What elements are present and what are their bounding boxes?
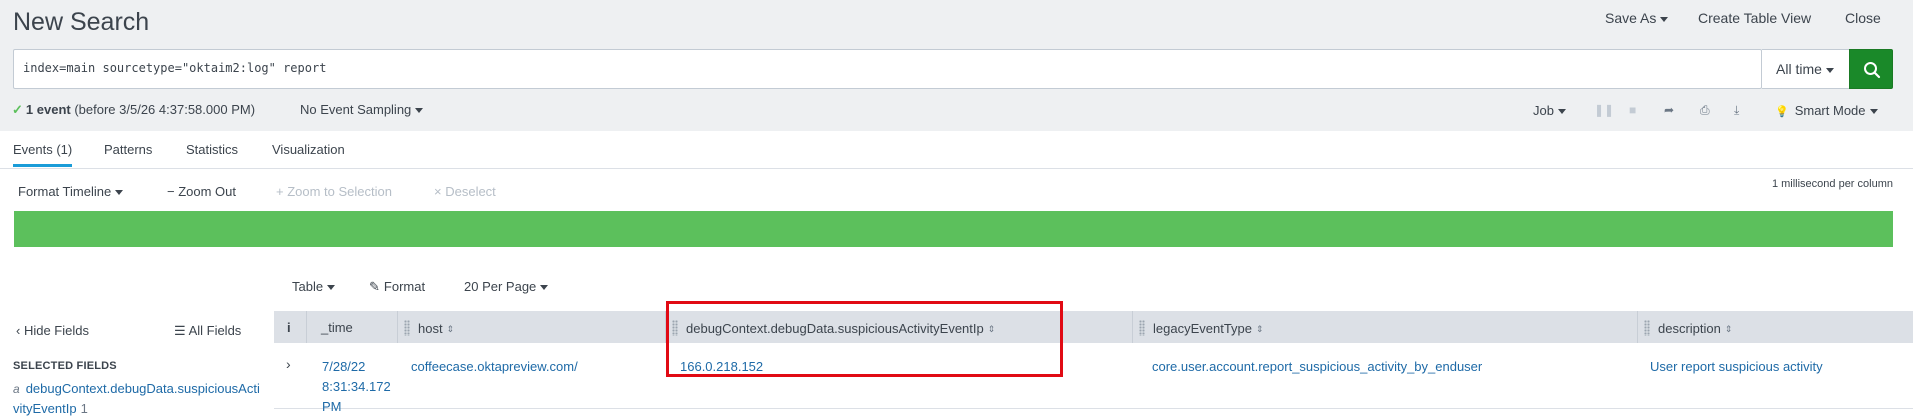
fields-sidebar: ‹ Hide Fields ☰ All Fields SELECTED FIEL…	[0, 310, 274, 419]
cell-suspicious-ip[interactable]: 166.0.218.152	[680, 357, 763, 377]
event-count-detail: (before 3/5/26 4:37:58.000 PM)	[74, 102, 256, 117]
cell-time[interactable]: 7/28/22 8:31:34.172 PM	[322, 357, 402, 417]
zoom-out-button[interactable]: − Zoom Out	[167, 184, 236, 199]
caret-down-icon	[1869, 109, 1878, 115]
tab-visualization[interactable]: Visualization	[272, 142, 345, 157]
all-fields-button[interactable]: ☰ All Fields	[174, 323, 241, 339]
drag-handle-icon[interactable]	[1644, 320, 1650, 336]
caret-down-icon	[115, 190, 124, 196]
time-range-picker[interactable]: All time	[1762, 49, 1850, 89]
hide-fields-button[interactable]: ‹ Hide Fields	[16, 323, 89, 338]
column-header-suspicious-ip[interactable]: debugContext.debugData.suspiciousActivit…	[665, 311, 1132, 343]
timeline-scale: 1 millisecond per column	[1771, 178, 1893, 190]
drag-handle-icon[interactable]	[1139, 320, 1145, 336]
selected-field-item[interactable]: a debugContext.debugData.suspiciousActivi…	[13, 379, 263, 419]
caret-down-icon	[1660, 16, 1669, 22]
column-header-host[interactable]: host ⇕	[397, 311, 665, 343]
tab-patterns[interactable]: Patterns	[104, 142, 152, 157]
column-header-description[interactable]: description ⇕	[1637, 311, 1913, 343]
format-button[interactable]: ✎ Format	[369, 279, 425, 295]
info-column-header: i	[287, 320, 291, 335]
caret-down-icon	[327, 285, 336, 291]
deselect-button[interactable]: × Deselect	[434, 184, 496, 199]
table-view-menu[interactable]: Table	[292, 279, 336, 294]
column-header-legacy-event-type[interactable]: legacyEventType ⇕	[1132, 311, 1629, 343]
tab-statistics[interactable]: Statistics	[186, 142, 238, 157]
tab-events[interactable]: Events (1)	[13, 142, 73, 167]
caret-down-icon	[1557, 109, 1566, 115]
table-row: › 7/28/22 8:31:34.172 PM coffeecase.okta…	[274, 343, 1913, 414]
results-tabs: Events (1) Patterns Statistics Visualiza…	[0, 131, 1913, 169]
save-as-menu[interactable]: Save As	[1605, 10, 1669, 26]
caret-down-icon	[1825, 67, 1834, 73]
results-table: i _time host ⇕ debugContext.debugData.sus…	[274, 309, 1913, 419]
chevron-left-icon: ‹	[16, 323, 24, 338]
cell-description[interactable]: User report suspicious activity	[1650, 357, 1823, 377]
event-count: 1 event	[25, 102, 71, 117]
job-menu[interactable]: Job	[1533, 103, 1566, 118]
search-header: New Search Save As Create Table View Clo…	[0, 0, 1913, 131]
pencil-icon: ✎	[369, 279, 380, 294]
event-count-status: ✓ 1 event (before 3/5/26 4:37:58.000 PM)	[12, 102, 255, 118]
close-icon: ×	[434, 184, 446, 199]
column-header-time[interactable]: _time	[306, 311, 397, 343]
caret-down-icon	[540, 285, 549, 291]
zoom-to-selection-button[interactable]: + Zoom to Selection	[276, 184, 392, 199]
pause-icon[interactable]: ❚❚	[1594, 103, 1614, 117]
sort-icon[interactable]: ⇕	[447, 324, 455, 335]
cell-host[interactable]: coffeecase.oktapreview.com/	[411, 357, 578, 377]
chevron-right-icon[interactable]: ›	[286, 356, 291, 372]
sort-icon[interactable]: ⇕	[1725, 324, 1733, 335]
cell-legacy-event-type[interactable]: core.user.account.report_suspicious_acti…	[1152, 357, 1482, 377]
stop-icon[interactable]: ■	[1629, 103, 1636, 117]
drag-handle-icon[interactable]	[672, 320, 678, 336]
sort-icon[interactable]: ⇕	[1256, 324, 1264, 335]
selected-fields-heading: SELECTED FIELDS	[13, 360, 117, 372]
search-button[interactable]	[1849, 49, 1893, 89]
share-icon[interactable]: ➦	[1664, 103, 1674, 117]
plus-icon: +	[276, 184, 288, 199]
close-link[interactable]: Close	[1845, 10, 1881, 26]
list-icon: ☰	[174, 323, 189, 338]
search-query-text[interactable]: index=main sourcetype="oktaim2:log" repo…	[23, 61, 326, 75]
caret-down-icon	[415, 108, 424, 114]
header-actions: Save As Create Table View Close	[0, 10, 1913, 30]
field-type-indicator: a	[13, 382, 20, 396]
export-icon[interactable]: ⤓	[1734, 103, 1739, 118]
field-count: 1	[80, 401, 88, 416]
table-header: i _time host ⇕ debugContext.debugData.sus…	[274, 311, 1913, 343]
check-icon: ✓	[12, 102, 23, 117]
per-page-menu[interactable]: 20 Per Page	[464, 279, 549, 294]
minus-icon: −	[167, 184, 179, 199]
create-table-view-link[interactable]: Create Table View	[1698, 10, 1811, 26]
format-timeline-menu[interactable]: Format Timeline	[18, 184, 124, 199]
bulb-icon: 💡	[1775, 106, 1789, 118]
event-sampling-menu[interactable]: No Event Sampling	[300, 102, 424, 117]
print-icon[interactable]: ⎙	[1700, 103, 1710, 118]
sort-icon[interactable]: ⇕	[988, 324, 996, 335]
search-mode-menu[interactable]: 💡 Smart Mode	[1775, 103, 1878, 118]
timeline-histogram[interactable]	[14, 211, 1893, 247]
search-input[interactable]: index=main sourcetype="oktaim2:log" repo…	[13, 49, 1762, 89]
search-icon	[1864, 62, 1881, 79]
drag-handle-icon[interactable]	[404, 320, 410, 336]
